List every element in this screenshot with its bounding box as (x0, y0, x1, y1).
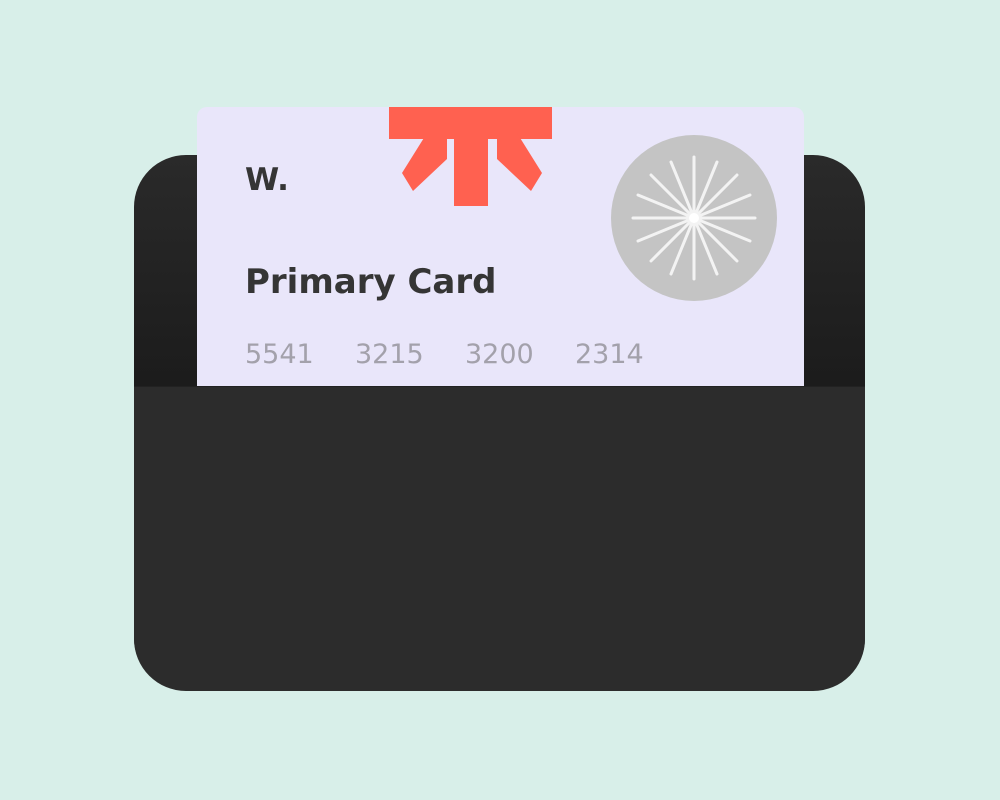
card-number: 5541 3215 3200 2314 (245, 339, 685, 370)
wallet-pocket (134, 386, 865, 691)
card-number-group: 2314 (575, 339, 644, 370)
card-title: Primary Card (245, 262, 497, 302)
card-brand-logo: W. (245, 162, 290, 198)
starburst-emblem-icon (611, 135, 777, 301)
asterisk-burst-icon (389, 107, 552, 206)
card-number-group: 3200 (465, 339, 534, 370)
card-number-group: 5541 (245, 339, 314, 370)
primary-card[interactable]: W. Primary Card 5541 3215 3200 2314 (197, 107, 804, 407)
card-number-group: 3215 (355, 339, 424, 370)
